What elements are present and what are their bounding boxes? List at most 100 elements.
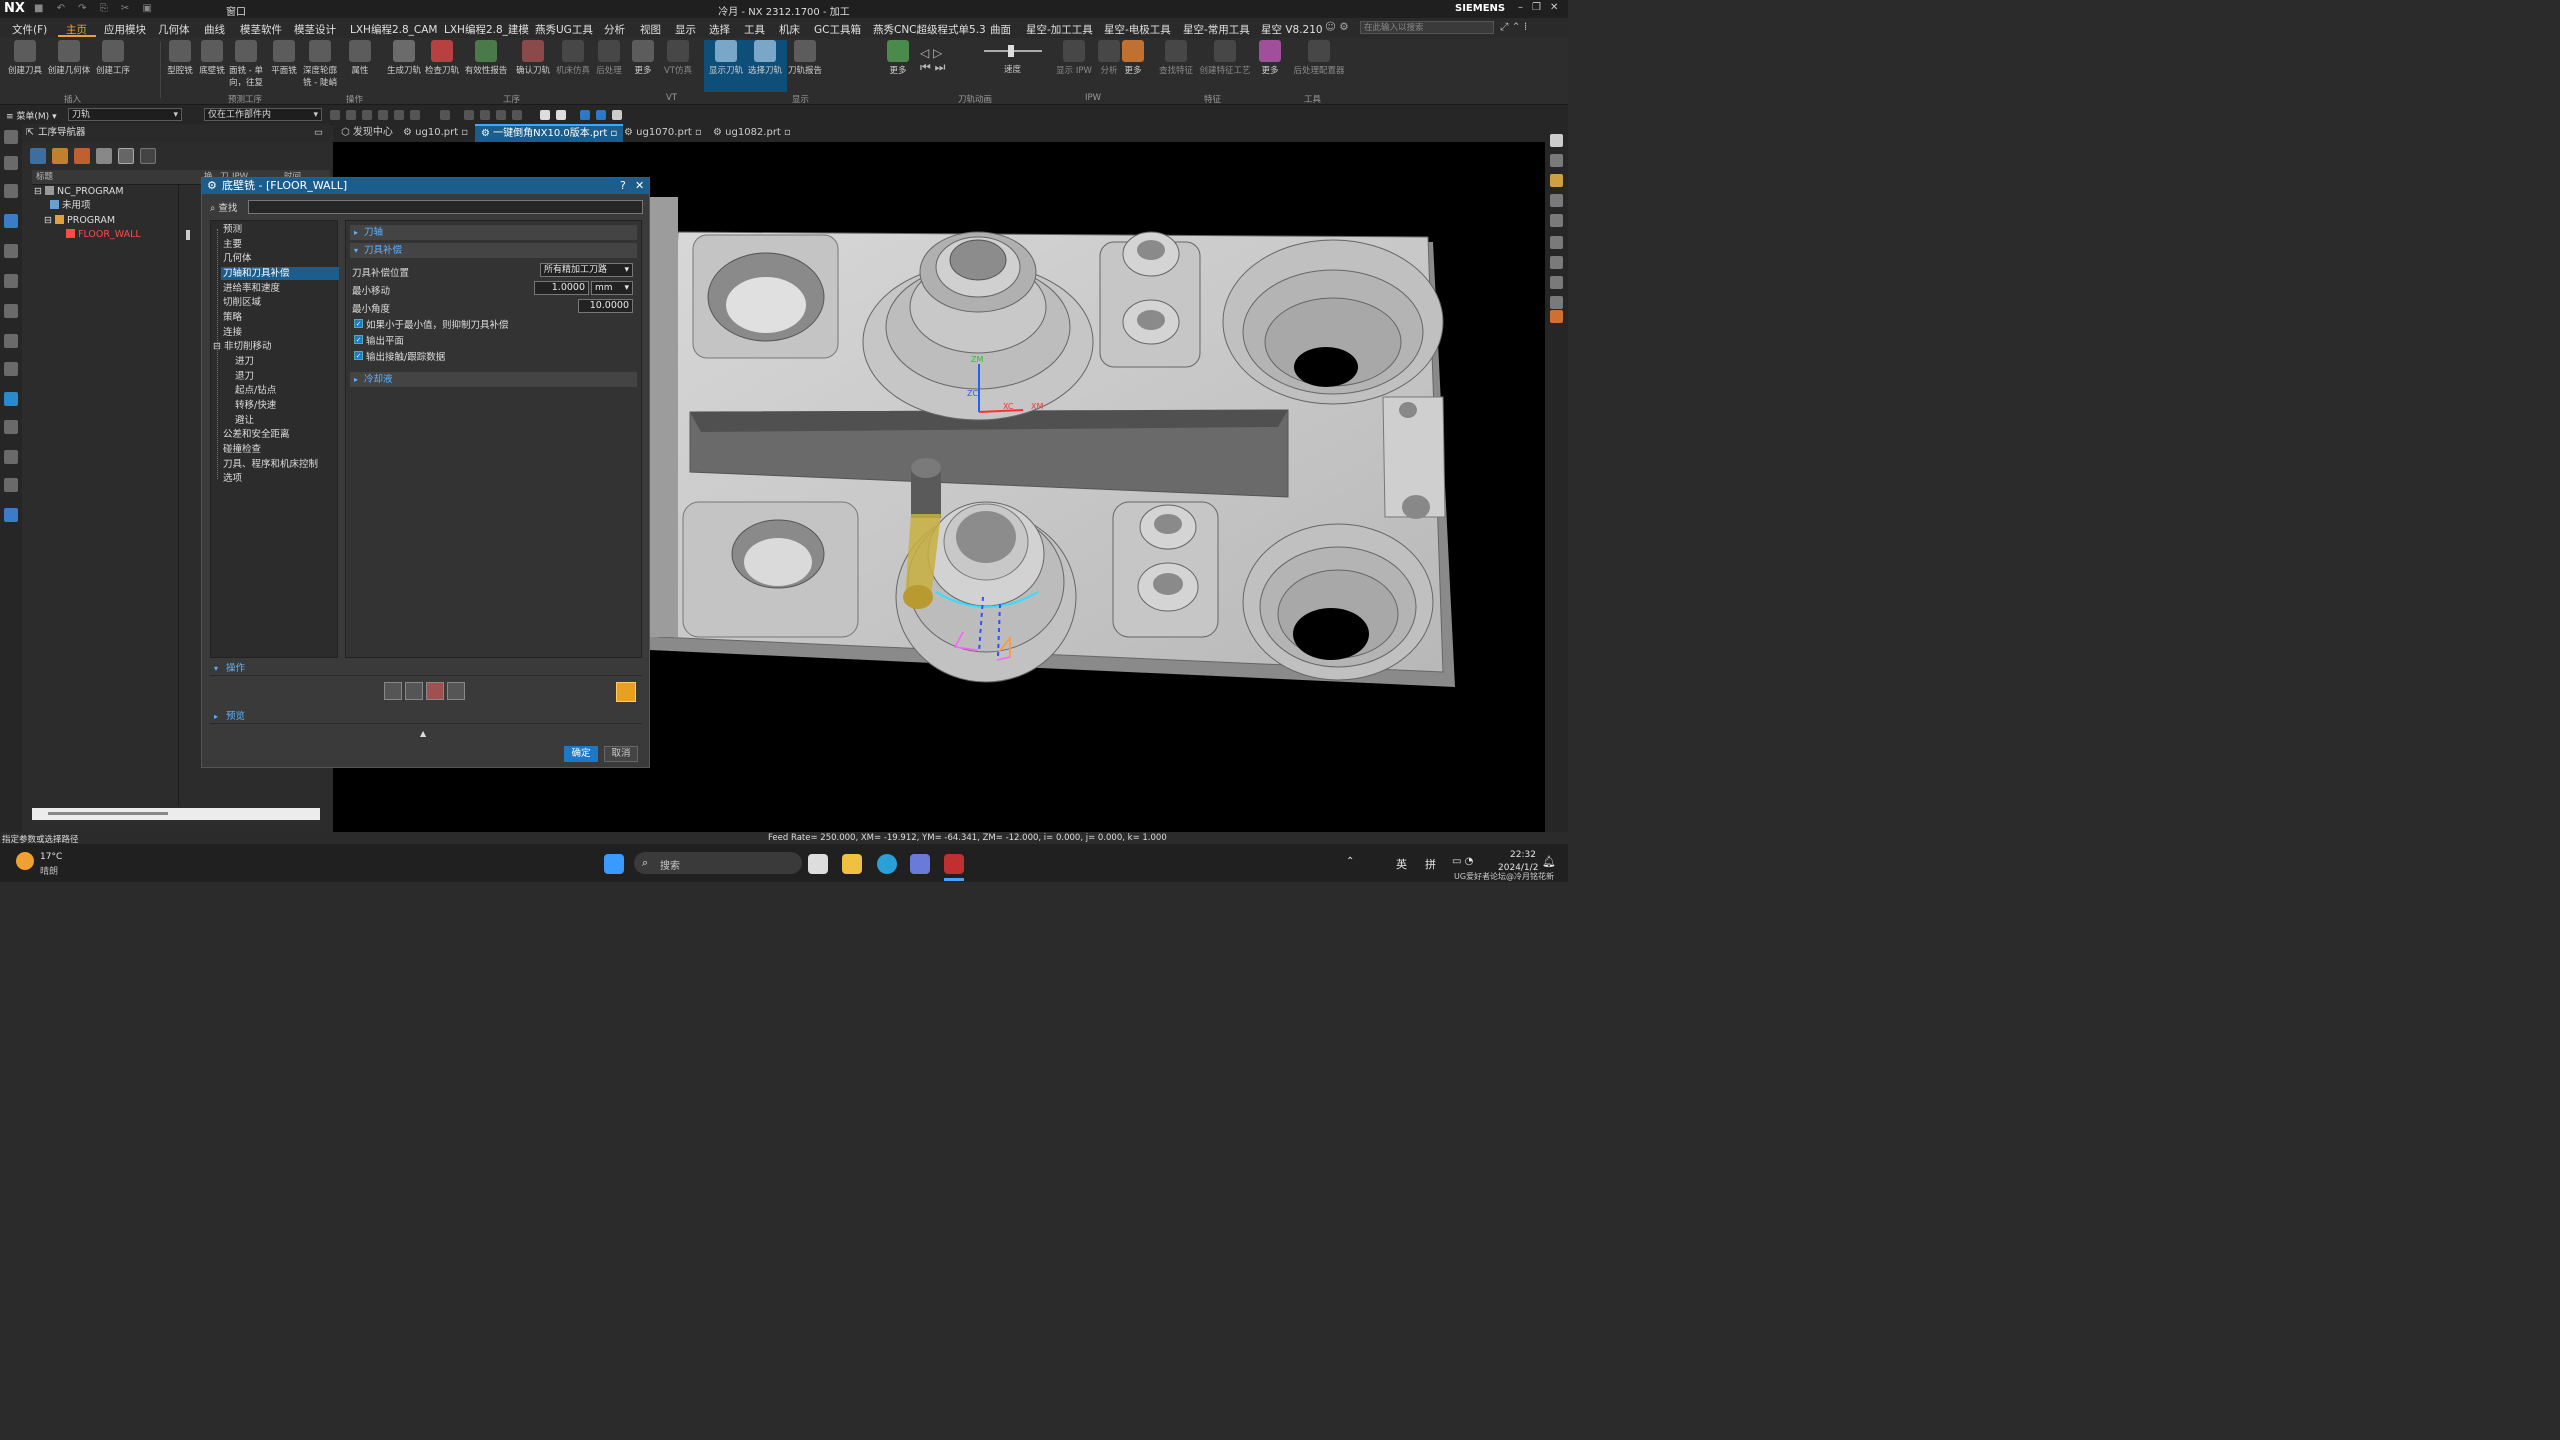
help-button[interactable]: ? — [620, 178, 626, 194]
min-angle-input[interactable]: 10.0000 — [578, 299, 633, 313]
process-studio-icon[interactable] — [4, 478, 18, 492]
comp-position-select[interactable]: 所有精加工刀路 — [540, 263, 633, 277]
settings-icon[interactable] — [4, 130, 18, 144]
snap-icon[interactable] — [346, 110, 356, 120]
confirm-toolpath-button[interactable]: 确认刀轨 — [511, 40, 555, 76]
section-coolant[interactable]: ▸ 冷却液 — [350, 372, 637, 387]
menu-curve[interactable]: 曲线 — [204, 22, 225, 37]
ime-mode[interactable]: 拼 — [1425, 856, 1436, 872]
tab-ug1082[interactable]: ⚙ ug1082.prt ▫ — [707, 124, 797, 142]
section-preview[interactable]: ▸ 预览 — [210, 710, 642, 724]
start-icon[interactable] — [604, 854, 624, 874]
find-input[interactable] — [248, 200, 643, 214]
category-item[interactable]: 主要 — [223, 238, 242, 251]
machine-navigator-icon[interactable] — [4, 244, 18, 258]
menu-mojing-software[interactable]: 模茎软件 — [240, 22, 282, 37]
post-config-button[interactable]: 后处理配置器 — [1290, 40, 1348, 76]
tab-chamfer[interactable]: ⚙ 一键倒角NX10.0版本.prt ▫ — [475, 124, 624, 142]
create-operation-button[interactable]: 创建工序 — [91, 40, 135, 76]
help-icon[interactable] — [1550, 276, 1563, 289]
command-search-input[interactable]: 在此输入以搜索 — [1360, 21, 1494, 34]
section-cutter-comp[interactable]: ▾ 刀具补偿 — [350, 243, 637, 258]
find-feature-button[interactable]: 查找特征 — [1154, 40, 1198, 76]
tab-discovery-center[interactable]: ⬡ 发现中心 — [335, 124, 399, 142]
filter-icon[interactable] — [612, 110, 622, 120]
snap-icon[interactable] — [440, 110, 450, 120]
section-operations[interactable]: ▾ 操作 — [210, 662, 642, 676]
tray-overflow-icon[interactable]: ⌃ — [1346, 856, 1354, 867]
machine-view-icon[interactable] — [52, 148, 68, 164]
snap-icon[interactable] — [362, 110, 372, 120]
more-ipw-button[interactable]: 更多 — [1111, 40, 1155, 76]
menu-mojing-design[interactable]: 模茎设计 — [294, 22, 336, 37]
operation-navigator-icon[interactable] — [4, 214, 18, 228]
create-tool-button[interactable]: 创建刀具 — [3, 40, 47, 76]
tree-node-program[interactable]: ⊟ PROGRAM — [44, 214, 115, 228]
verify-icon[interactable] — [426, 682, 444, 700]
snap-icon[interactable] — [480, 110, 490, 120]
assembly-icon[interactable] — [4, 184, 18, 198]
zlevel-button[interactable]: 深度轮廓铣 - 陡峭 — [300, 40, 340, 88]
method-view-icon[interactable] — [96, 148, 112, 164]
menu-xk-machining[interactable]: 星空-加工工具 — [1026, 22, 1093, 37]
tool-icon[interactable] — [1550, 310, 1563, 323]
category-item[interactable]: ⊟ 非切削移动 — [213, 340, 272, 353]
create-geometry-button[interactable]: 创建几何体 — [47, 40, 91, 76]
file-explorer-icon[interactable] — [842, 854, 862, 874]
weather-icon[interactable] — [16, 852, 34, 870]
menu-select[interactable]: 选择 — [709, 22, 730, 37]
render-style-icon[interactable] — [1550, 154, 1563, 167]
nx-app-icon[interactable] — [944, 854, 964, 874]
planar-mill-button[interactable]: 平面铣 — [264, 40, 304, 76]
program-view-icon[interactable] — [30, 148, 46, 164]
create-feature-process-button[interactable]: 创建特征工艺 — [1198, 40, 1252, 76]
menu-display[interactable]: 显示 — [675, 22, 696, 37]
path-editor-icon[interactable] — [616, 682, 636, 702]
category-item[interactable]: 切削区域 — [223, 296, 261, 309]
menu-yanxiu-cnc[interactable]: 燕秀CNC超级程式单5.3 — [873, 22, 986, 37]
validity-report-button[interactable]: 有效性报告 — [464, 40, 508, 76]
menu-lxh-cam[interactable]: LXH编程2.8_CAM — [350, 22, 437, 37]
scope-combo[interactable]: 仅在工作部件内 — [204, 108, 322, 122]
category-item[interactable]: 刀具、程序和机床控制 — [223, 458, 318, 471]
highlight-icon[interactable] — [1550, 174, 1563, 187]
menu-surface[interactable]: 曲面 — [990, 22, 1011, 37]
cancel-button[interactable]: 取消 — [604, 746, 638, 762]
face-mill-button[interactable]: 面铣 - 单向，往复 — [226, 40, 266, 88]
layer-icon[interactable] — [1550, 194, 1563, 207]
snap-icon[interactable] — [512, 110, 522, 120]
select-toolpath-button[interactable]: 选择刀轨 — [743, 40, 787, 92]
more-display-button[interactable]: 更多 — [876, 40, 920, 76]
maximize-icon[interactable]: ▭ — [314, 124, 323, 142]
part-navigator-icon[interactable] — [4, 156, 18, 170]
category-item[interactable]: 选项 — [223, 472, 242, 485]
smile-icon[interactable]: ☺ ⚙ — [1325, 21, 1349, 33]
category-item[interactable]: 进刀 — [235, 355, 254, 368]
tree-node-unused[interactable]: 未用项 — [50, 199, 91, 213]
category-item[interactable]: 预测 — [223, 223, 242, 236]
category-item[interactable]: 连接 — [223, 326, 242, 339]
menu-geometry[interactable]: 几何体 — [158, 22, 190, 37]
dialog-title-bar[interactable]: ⚙ 底壁铣 - [FLOOR_WALL] ? ✕ — [202, 178, 649, 194]
tree-node-nc-program[interactable]: ⊟ NC_PROGRAM — [34, 185, 124, 199]
window-controls[interactable]: –❐✕ — [1518, 2, 1567, 13]
category-item[interactable]: 避让 — [235, 414, 254, 427]
category-item[interactable]: 退刀 — [235, 370, 254, 383]
history-icon[interactable] — [4, 420, 18, 434]
search-box[interactable]: ⌕ 搜索 — [634, 852, 802, 874]
show-icon[interactable] — [1550, 236, 1563, 249]
category-item-selected[interactable]: 刀轴和刀具补偿 — [221, 267, 339, 280]
section-tool-axis[interactable]: ▸ 刀轴 — [350, 225, 637, 240]
menu-view[interactable]: 视图 — [640, 22, 661, 37]
palette-icon[interactable] — [4, 450, 18, 464]
view-icon[interactable] — [1550, 134, 1563, 147]
animation-controls[interactable]: ◁ ▷ ⏮ ⏭ — [920, 46, 945, 75]
list-icon[interactable] — [447, 682, 465, 700]
snap-icon[interactable] — [378, 110, 388, 120]
snap-icon[interactable] — [464, 110, 474, 120]
app-icon[interactable] — [910, 854, 930, 874]
geometry-view-icon[interactable] — [74, 148, 90, 164]
render-icon[interactable] — [556, 110, 566, 120]
render-icon[interactable] — [540, 110, 550, 120]
hide-icon[interactable] — [1550, 214, 1563, 227]
